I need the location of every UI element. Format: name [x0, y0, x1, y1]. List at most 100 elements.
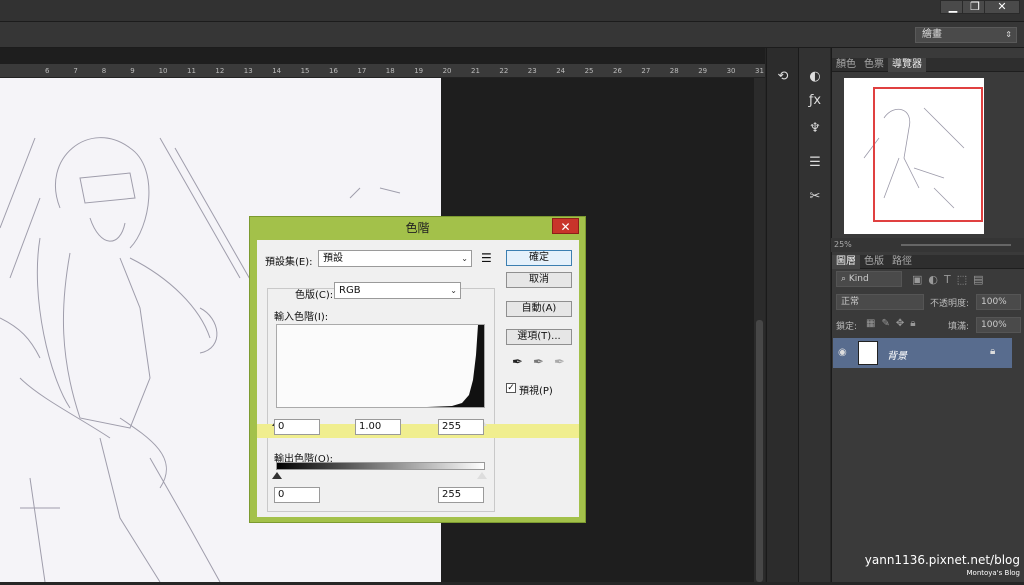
ruler-tick-label: 26 — [613, 67, 622, 75]
scrollbar-thumb[interactable] — [756, 320, 763, 582]
credit-url: yann1136.pixnet.net/blog — [864, 553, 1020, 567]
workspace-select[interactable]: 繪畫 ⇕ — [915, 27, 1017, 43]
tab-channels[interactable]: 色版 — [860, 255, 888, 269]
preset-value: 預設 — [323, 253, 343, 264]
ruler-tick-label: 17 — [357, 67, 367, 75]
ruler-tick-label: 30 — [726, 67, 736, 75]
ruler-tick-label: 9 — [130, 67, 135, 75]
output-white-field[interactable]: 255 — [438, 487, 484, 503]
history-icon[interactable]: ⟲ — [771, 66, 795, 88]
channel-value: RGB — [339, 285, 361, 296]
ok-button[interactable]: 確定 — [506, 250, 572, 266]
adjustments-icon[interactable]: ◐ — [803, 66, 827, 88]
auto-button[interactable]: 自動(A) — [506, 301, 572, 317]
credit-sub: Montoya's Blog — [966, 569, 1021, 577]
ruler-tick-label: 14 — [272, 67, 282, 75]
ruler-tick-label: 16 — [329, 67, 338, 75]
ruler-tick-label: 10 — [158, 67, 168, 75]
lock-label: 鎖定: — [836, 322, 858, 332]
channel-label: 色版(C): — [295, 290, 334, 301]
ruler-tick-label: 22 — [499, 67, 509, 75]
ruler-tick-label: 7 — [73, 67, 78, 75]
ruler-tick-label: 19 — [414, 67, 424, 75]
blend-mode-label: 正常 — [841, 297, 860, 307]
preview-checkbox[interactable]: ✓ — [506, 383, 516, 393]
navigator-tabs: 顏色 色票 導覽器 — [832, 58, 1024, 72]
workspace-label: 繪畫 — [922, 29, 942, 40]
watermark-credit: yann1136.pixnet.net/blog Montoya's Blog — [860, 553, 1024, 582]
ruler-tick-label: 8 — [101, 67, 107, 75]
navigator-view-box[interactable] — [873, 87, 983, 222]
output-black-field[interactable]: 0 — [274, 487, 320, 503]
dialog-close-button[interactable]: ✕ — [552, 218, 579, 234]
zoom-row: 25% — [831, 238, 1024, 252]
opacity-value: 100% — [981, 297, 1007, 307]
eye-icon[interactable]: ◉ — [838, 347, 847, 358]
preset-menu-icon[interactable]: ☰ — [481, 251, 492, 265]
tools-icon[interactable]: ✂ — [803, 186, 827, 208]
fill-value: 100% — [981, 320, 1007, 330]
white-eyedropper-icon[interactable]: ✒ — [554, 355, 565, 370]
close-button[interactable]: ✕ — [984, 0, 1020, 14]
fill-field[interactable]: 100% — [976, 317, 1021, 333]
channel-select[interactable]: RGB ⌄ — [334, 282, 461, 299]
kind-filter[interactable]: ⌕ Kind — [836, 271, 902, 287]
tool-presets-icon[interactable]: ☰ — [803, 152, 827, 174]
chevron-down-icon: ⌄ — [461, 254, 468, 263]
lock-icons[interactable]: ▦✎✥🔒︎ — [866, 318, 922, 329]
brush-presets-icon[interactable]: ♆ — [803, 118, 827, 140]
tab-navigator[interactable]: 導覽器 — [888, 58, 926, 72]
panel-strip-right: ◐ ƒx ♆ ☰ ✂ — [798, 48, 830, 582]
zoom-value: 25% — [834, 240, 852, 249]
filter-icons[interactable]: ▣◐T⬚▤ — [912, 273, 990, 286]
blend-mode-select[interactable]: 正常 — [836, 294, 924, 310]
styles-icon[interactable]: ƒx — [803, 90, 827, 112]
search-icon: ⌕ — [841, 274, 849, 284]
output-white-slider[interactable] — [477, 472, 487, 479]
zoom-slider[interactable] — [901, 244, 1011, 246]
ruler-tick-label: 20 — [442, 67, 452, 75]
tab-paths[interactable]: 路徑 — [888, 255, 916, 269]
app-title-bar — [0, 0, 1024, 22]
cancel-button[interactable]: 取消 — [506, 272, 572, 288]
tab-layers[interactable]: 圖層 — [832, 255, 860, 269]
ruler-tick-label: 28 — [669, 67, 679, 75]
histogram — [276, 324, 485, 408]
chevron-updown-icon: ⇕ — [1005, 30, 1012, 39]
lock-icon: 🔒︎ — [990, 346, 996, 357]
ruler-tick-label: 18 — [385, 67, 395, 75]
ruler-tick-label: 21 — [471, 67, 480, 75]
options-button[interactable]: 選項(T)... — [506, 329, 572, 345]
histogram-graph — [427, 325, 484, 407]
input-white-field[interactable]: 255 — [438, 419, 484, 435]
ruler-tick-label: 25 — [584, 67, 594, 75]
tab-swatches[interactable]: 色票 — [860, 58, 888, 72]
preset-label: 預設集(E): — [265, 257, 313, 268]
chevron-down-icon: ⌄ — [450, 286, 457, 295]
levels-dialog: 色階 ✕ 預設集(E): 預設 ⌄ ☰ 色版(C): RGB ⌄ 輸入色階(I): … — [249, 216, 586, 523]
gray-eyedropper-icon[interactable]: ✒ — [533, 355, 544, 370]
kind-label: Kind — [848, 274, 869, 284]
opacity-field[interactable]: 100% — [976, 294, 1021, 310]
dialog-title: 色階 — [405, 221, 430, 235]
layer-thumbnail — [858, 341, 878, 365]
ruler-tick-label: 29 — [698, 67, 708, 75]
opacity-label: 不透明度: — [930, 299, 970, 309]
black-eyedropper-icon[interactable]: ✒ — [512, 355, 523, 370]
output-black-slider[interactable] — [272, 472, 282, 479]
input-gamma-field[interactable]: 1.00 — [355, 419, 401, 435]
layer-name[interactable]: 背景 — [887, 347, 907, 362]
ruler-tick-label: 27 — [641, 67, 651, 75]
ruler-tick-label: 13 — [243, 67, 253, 75]
ruler-tick-label: 31 — [755, 67, 764, 75]
options-bar — [0, 22, 1024, 48]
panel-strip-left: ⟲ — [766, 48, 798, 582]
input-black-field[interactable]: 0 — [274, 419, 320, 435]
tab-color[interactable]: 顏色 — [832, 58, 860, 72]
output-gradient — [276, 462, 485, 470]
preset-select[interactable]: 預設 ⌄ — [318, 250, 472, 267]
dialog-body: 預設集(E): 預設 ⌄ ☰ 色版(C): RGB ⌄ 輸入色階(I): 0 1.0… — [257, 240, 579, 517]
fill-label: 填滿: — [948, 322, 970, 332]
ruler-tick-label: 24 — [556, 67, 566, 75]
preview-label: 預視(P) — [519, 386, 553, 397]
